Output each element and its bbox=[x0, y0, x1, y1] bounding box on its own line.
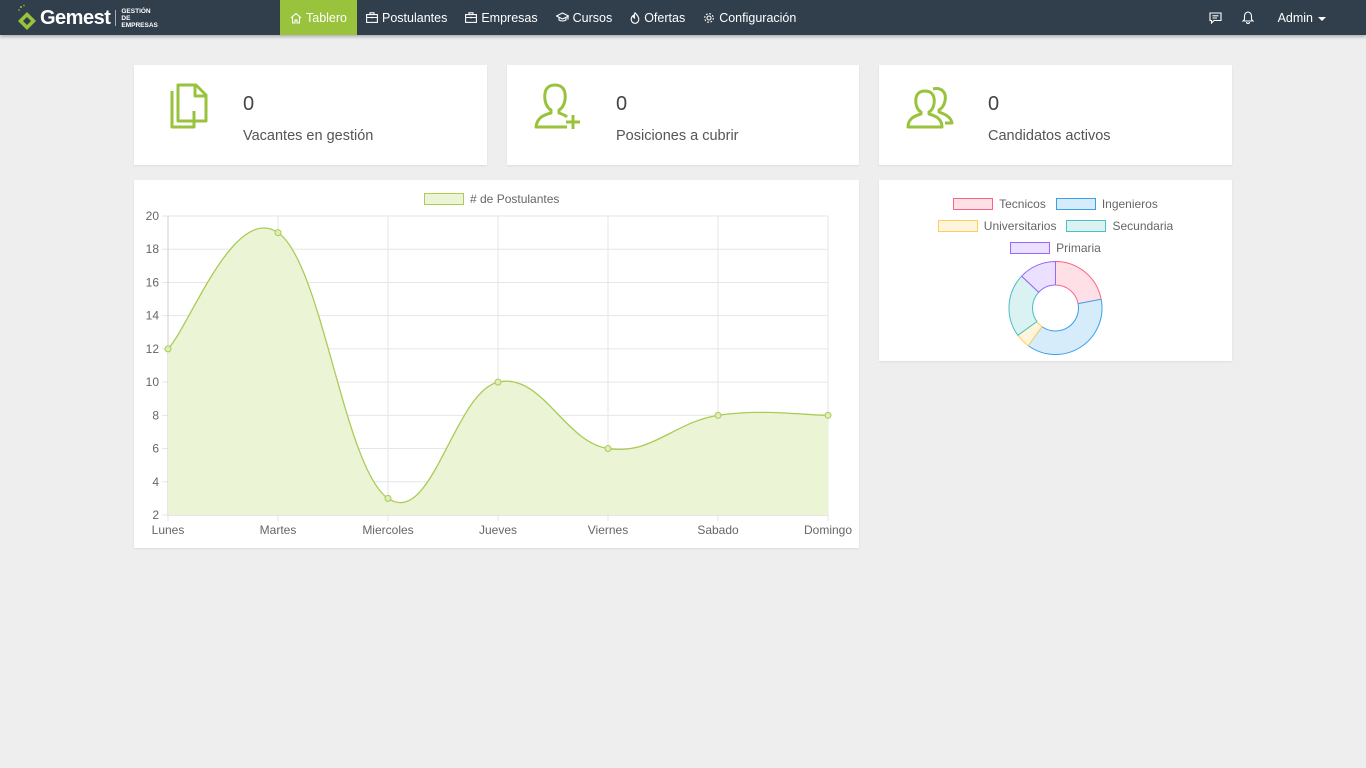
messages-button[interactable] bbox=[1200, 0, 1232, 35]
main-nav: Tablero Postulantes Empresas Cursos Ofer… bbox=[280, 0, 805, 35]
data-point bbox=[494, 378, 502, 386]
y-tick-label: 16 bbox=[146, 275, 160, 289]
y-tick-label: 12 bbox=[146, 342, 160, 356]
data-point bbox=[824, 411, 832, 419]
x-tick-label: Domingo bbox=[804, 523, 852, 537]
stat-card-vacantes: 0 Vacantes en gestión bbox=[134, 65, 487, 165]
brand-subtitle-line2: EMPRESAS bbox=[121, 21, 158, 29]
data-point bbox=[274, 229, 282, 237]
doughnut-slice bbox=[1055, 260, 1102, 305]
y-tick-label: 18 bbox=[146, 242, 160, 256]
stat-label: Candidatos activos bbox=[988, 128, 1111, 144]
nav-item-configuracion[interactable]: Configuración bbox=[694, 0, 805, 35]
stat-value: 0 bbox=[616, 93, 628, 115]
brand-divider bbox=[115, 10, 117, 26]
stat-label: Posiciones a cubrir bbox=[616, 128, 739, 144]
y-tick-label: 14 bbox=[146, 309, 160, 323]
user-menu[interactable]: Admin bbox=[1264, 11, 1366, 25]
nav-item-label: Postulantes bbox=[382, 10, 448, 25]
user-add-icon bbox=[534, 83, 580, 129]
x-tick-label: Miercoles bbox=[362, 523, 413, 537]
comment-icon bbox=[1209, 11, 1222, 24]
nav-item-ofertas[interactable]: Ofertas bbox=[621, 0, 694, 35]
nav-item-empresas[interactable]: Empresas bbox=[456, 0, 546, 35]
documents-icon bbox=[170, 83, 208, 129]
y-tick-label: 8 bbox=[152, 408, 159, 422]
doughnut-chart bbox=[1008, 260, 1103, 355]
gear-icon bbox=[704, 12, 715, 23]
user-name: Admin bbox=[1277, 10, 1313, 25]
brand-subtitle-line1: GESTIÓN DE bbox=[121, 7, 151, 22]
bell-icon bbox=[1241, 11, 1254, 24]
nav-item-label: Configuración bbox=[719, 10, 797, 25]
users-icon bbox=[906, 87, 954, 129]
stat-value: 0 bbox=[243, 93, 255, 115]
x-tick-label: Sabado bbox=[697, 523, 739, 537]
briefcase-icon bbox=[465, 12, 478, 23]
chevron-down-icon bbox=[1318, 16, 1326, 21]
stat-value: 0 bbox=[988, 93, 1000, 115]
nav-item-tablero[interactable]: Tablero bbox=[280, 0, 357, 35]
nav-item-postulantes[interactable]: Postulantes bbox=[357, 0, 456, 35]
notifications-button[interactable] bbox=[1232, 0, 1264, 35]
brand-subtitle: GESTIÓN DE EMPRESAS bbox=[121, 8, 161, 29]
area-chart: 20 18 16 14 12 10 8 6 4 2Lunes Martes Miercoles Juev… bbox=[146, 209, 853, 537]
brand-logo[interactable]: Gemest GESTIÓN DE EMPRESAS bbox=[16, 4, 161, 32]
x-tick-label: Jueves bbox=[479, 523, 517, 537]
y-tick-label: 10 bbox=[146, 375, 160, 389]
logo-icon bbox=[18, 4, 36, 30]
data-point bbox=[384, 494, 392, 502]
nav-right: Admin bbox=[1200, 0, 1366, 35]
graduation-cap-icon bbox=[555, 12, 569, 22]
stat-card-candidatos: 0 Candidatos activos bbox=[879, 65, 1232, 165]
home-icon bbox=[290, 12, 302, 24]
data-point bbox=[164, 345, 172, 353]
y-tick-label: 4 bbox=[152, 475, 159, 489]
x-tick-label: Viernes bbox=[588, 523, 628, 537]
data-point bbox=[604, 445, 612, 453]
fire-icon bbox=[630, 11, 640, 24]
nav-item-label: Tablero bbox=[306, 10, 347, 25]
x-tick-label: Lunes bbox=[152, 523, 185, 537]
stat-label: Vacantes en gestión bbox=[243, 128, 374, 144]
nav-item-label: Cursos bbox=[572, 10, 613, 25]
education-chart-card: Tecnicos Ingenieros Universitarios Secun… bbox=[879, 180, 1232, 361]
y-tick-label: 6 bbox=[152, 442, 159, 456]
briefcase-icon bbox=[366, 12, 378, 23]
y-tick-label: 2 bbox=[152, 508, 159, 522]
nav-item-label: Ofertas bbox=[644, 10, 686, 25]
y-tick-label: 20 bbox=[146, 209, 160, 223]
data-point bbox=[714, 411, 722, 419]
nav-item-cursos[interactable]: Cursos bbox=[547, 0, 622, 35]
brand-name: Gemest bbox=[40, 6, 111, 29]
stat-card-posiciones: 0 Posiciones a cubrir bbox=[507, 65, 859, 165]
x-tick-label: Martes bbox=[260, 523, 297, 537]
top-navbar: Gemest GESTIÓN DE EMPRESAS Tablero Postu… bbox=[0, 0, 1366, 35]
postulantes-chart-card: # de Postulantes 20 18 16 14 12 10 8 6 4 2 Lunes Ma… bbox=[134, 180, 859, 548]
nav-item-label: Empresas bbox=[481, 10, 538, 25]
